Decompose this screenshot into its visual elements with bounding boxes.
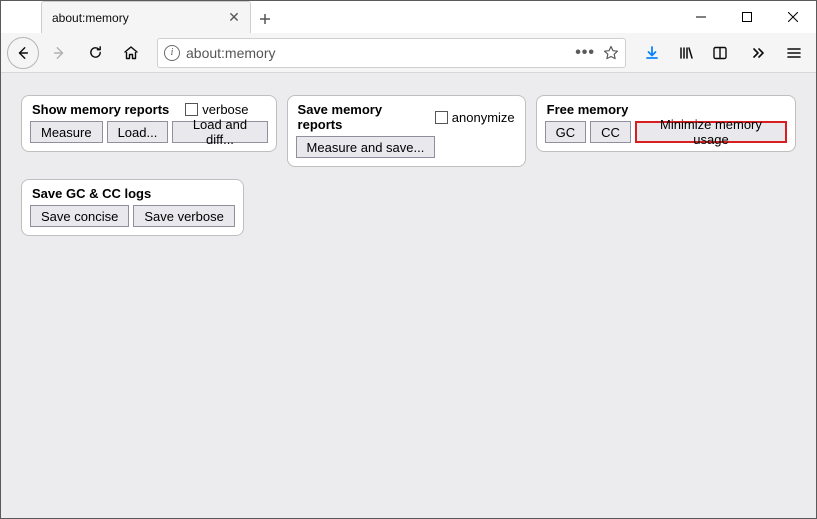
- free-memory-panel: Free memory GC CC Minimize memory usage: [536, 95, 796, 152]
- toolbar-right: [636, 37, 738, 69]
- checkbox-icon: [435, 111, 448, 124]
- new-tab-button[interactable]: [251, 5, 279, 33]
- page-actions-icon[interactable]: •••: [575, 44, 595, 62]
- close-button[interactable]: [770, 1, 816, 33]
- page-content: Show memory reports verbose Measure Load…: [1, 73, 816, 518]
- panel-title: Free memory: [547, 102, 629, 117]
- sidebar-icon: [712, 45, 728, 61]
- reload-button[interactable]: [79, 37, 111, 69]
- tab-about-memory[interactable]: about:memory ✕: [41, 1, 251, 33]
- panel-row-1: Show memory reports verbose Measure Load…: [21, 95, 796, 167]
- tab-title: about:memory: [52, 11, 220, 25]
- library-icon: [678, 45, 694, 61]
- arrow-right-icon: [52, 46, 66, 60]
- gc-button[interactable]: GC: [545, 121, 587, 143]
- cc-button[interactable]: CC: [590, 121, 631, 143]
- save-gc-cc-logs-panel: Save GC & CC logs Save concise Save verb…: [21, 179, 244, 236]
- panel-title: Show memory reports: [32, 102, 169, 117]
- sidebar-button[interactable]: [704, 37, 736, 69]
- load-and-diff-button[interactable]: Load and diff...: [172, 121, 267, 143]
- browser-window: about:memory ✕: [0, 0, 817, 519]
- overflow-button[interactable]: [742, 37, 774, 69]
- forward-button[interactable]: [43, 37, 75, 69]
- minimize-button[interactable]: [678, 1, 724, 33]
- back-button[interactable]: [7, 37, 39, 69]
- panel-header: Save memory reports anonymize: [296, 102, 517, 136]
- save-memory-reports-panel: Save memory reports anonymize Measure an…: [287, 95, 526, 167]
- downloads-button[interactable]: [636, 37, 668, 69]
- checkbox-label: anonymize: [452, 110, 515, 125]
- arrow-left-icon: [16, 46, 30, 60]
- load-button[interactable]: Load...: [107, 121, 169, 143]
- panel-title: Save memory reports: [298, 102, 419, 132]
- home-button[interactable]: [115, 37, 147, 69]
- button-row: GC CC Minimize memory usage: [545, 121, 787, 143]
- chevrons-right-icon: [750, 45, 766, 61]
- measure-button[interactable]: Measure: [30, 121, 103, 143]
- url-input[interactable]: [186, 45, 569, 61]
- verbose-checkbox[interactable]: verbose: [185, 102, 248, 117]
- button-row: Measure and save...: [296, 136, 517, 158]
- reload-icon: [88, 45, 103, 60]
- anonymize-checkbox[interactable]: anonymize: [435, 110, 515, 125]
- url-bar[interactable]: i •••: [157, 38, 626, 68]
- panel-header: Save GC & CC logs: [30, 186, 235, 205]
- measure-and-save-button[interactable]: Measure and save...: [296, 136, 436, 158]
- hamburger-icon: [786, 45, 802, 61]
- navigation-toolbar: i •••: [1, 33, 816, 73]
- minimize-memory-usage-button[interactable]: Minimize memory usage: [635, 121, 787, 143]
- save-verbose-button[interactable]: Save verbose: [133, 205, 235, 227]
- save-concise-button[interactable]: Save concise: [30, 205, 129, 227]
- close-icon[interactable]: ✕: [226, 10, 242, 26]
- plus-icon: [259, 13, 271, 25]
- show-memory-reports-panel: Show memory reports verbose Measure Load…: [21, 95, 277, 152]
- download-icon: [644, 45, 660, 61]
- close-icon: [788, 12, 798, 22]
- button-row: Save concise Save verbose: [30, 205, 235, 227]
- panel-title: Save GC & CC logs: [32, 186, 151, 201]
- title-bar: about:memory ✕: [1, 1, 816, 33]
- app-menu-button[interactable]: [778, 37, 810, 69]
- bookmark-star-icon[interactable]: [603, 45, 619, 61]
- panel-row-2: Save GC & CC logs Save concise Save verb…: [21, 179, 796, 236]
- window-controls: [678, 1, 816, 33]
- home-icon: [123, 45, 139, 61]
- checkbox-label: verbose: [202, 102, 248, 117]
- tab-strip: about:memory ✕: [1, 1, 279, 33]
- url-bar-actions: •••: [575, 44, 619, 62]
- library-button[interactable]: [670, 37, 702, 69]
- info-icon[interactable]: i: [164, 45, 180, 61]
- checkbox-icon: [185, 103, 198, 116]
- minimize-icon: [696, 12, 706, 22]
- button-row: Measure Load... Load and diff...: [30, 121, 268, 143]
- maximize-icon: [742, 12, 752, 22]
- maximize-button[interactable]: [724, 1, 770, 33]
